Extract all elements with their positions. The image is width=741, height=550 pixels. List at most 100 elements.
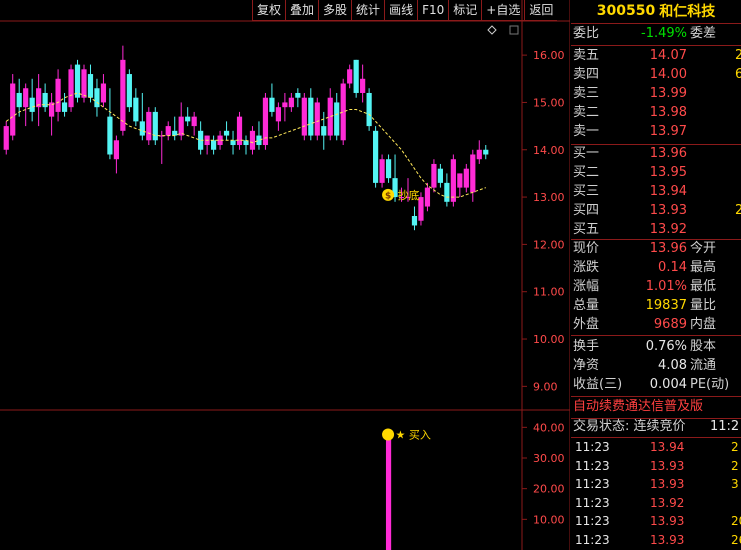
candle-body [211,140,217,150]
candle-body [113,140,119,160]
candle-body [476,149,482,160]
stat-row: 现价 13.96 今开 [571,240,741,258]
price-tick-label: 10.00 [533,333,565,346]
ask-value: 13.97 [649,124,687,139]
volume-tick-label: 20.00 [533,483,565,496]
toolbar-add-watchlist-button[interactable]: +自选 [481,0,525,21]
fund-label: 净资 [573,358,600,373]
bid-row: 买三 13.94 [571,183,741,201]
candle-body [249,130,256,150]
candle-body [133,97,139,122]
toolbar-fuquan-button[interactable]: 复权 [252,0,286,21]
stat-tail-label: 今开 [690,241,717,256]
candle-body [379,159,385,183]
candle-body [230,140,236,146]
price-tick-label: 14.00 [533,144,565,157]
candle-body [483,149,489,155]
fund-label: 换手 [573,339,600,354]
candle-body [178,116,184,136]
money-bag-icon [382,428,395,441]
diamond-icon [487,25,497,35]
stat-row: 涨跌 0.14 最高 [571,259,741,277]
candle-body [450,159,456,202]
candle-body [314,102,320,136]
divider [571,45,741,46]
stock-name: 和仁科技 [659,4,716,20]
toolbar-back-button[interactable]: 返回 [524,0,558,21]
trade-status-time: 11:2 [710,419,740,434]
toolbar-multi-stock-button[interactable]: 多股 [318,0,352,21]
toolbar-f10-button[interactable]: F10 [417,0,449,21]
candle-body [256,135,262,146]
volume-tick-label: 30.00 [533,452,565,465]
stock-code: 300550 [596,3,656,19]
kline-chart-svg[interactable]: 16.00 15.00 14.00 13.00 12.00 11.00 10.00 9.00 4… [0,0,570,550]
candle-body [308,97,314,136]
tick-volume: 2 [731,440,739,454]
stat-tail-label: 最高 [690,260,717,275]
fund-row: 收益(三) 0.004 PE(动) [571,376,741,394]
bid-volume: 2 [735,203,741,218]
weicha-label: 委差 [690,26,717,41]
tick-price: 13.92 [650,495,685,510]
tick-price: 13.93 [650,532,685,547]
candle-body [295,92,301,98]
tick-time: 11:23 [575,495,610,510]
tick-volume: 26 [731,532,741,547]
toolbar-draw-button[interactable]: 画线 [384,0,418,21]
bid-value: 13.94 [649,184,687,199]
fund-label: 收益(三) [573,377,623,392]
candle-body [275,107,281,122]
ask-label: 卖一 [573,124,600,139]
bid-row: 买二 13.95 [571,164,741,182]
tick-row: 11:23 13.93 20 [571,512,741,530]
tick-time: 11:23 [575,514,610,528]
tick-time: 11:23 [575,477,610,491]
tick-price: 13.94 [650,440,685,454]
stat-value: 1.01% [645,279,687,294]
tick-time: 11:23 [575,440,610,454]
candle-body [373,130,379,183]
candle-body [327,97,333,136]
bid-label: 买一 [573,146,600,161]
toolbar-overlay-button[interactable]: 叠加 [285,0,319,21]
candle-body [269,97,275,112]
candle-body [360,78,366,93]
candle-body [3,126,9,150]
candle-body [353,59,359,93]
tick-row: 11:23 13.93 2 [571,457,741,475]
tick-price: 13.93 [650,514,685,528]
toolbar-stats-button[interactable]: 统计 [351,0,385,21]
stat-value: 19837 [645,298,687,313]
fund-value: 0.76% [645,339,687,354]
ask-label: 卖四 [573,67,600,82]
buy-signal-label: ★ 买入 [396,429,431,442]
tick-price: 13.93 [650,458,685,473]
bid-value: 13.96 [649,146,687,161]
stat-value: 0.14 [658,260,687,275]
ask-value: 13.99 [649,86,687,101]
toolbar-mark-button[interactable]: 标记 [448,0,482,21]
candle-body [81,69,87,98]
promo-banner[interactable]: 自动续费通达信普及版 [571,397,741,417]
candle-body [29,97,35,112]
kline-chart-area[interactable]: 16.00 15.00 14.00 13.00 12.00 11.00 10.00 9.00 4… [0,0,570,550]
candle-body [23,88,29,108]
fund-row: 换手 0.76% 股本 [571,338,741,356]
divider [571,23,741,24]
bid-value: 13.95 [649,165,687,180]
tick-row: 11:23 13.93 3 [571,475,741,493]
price-tick-label: 12.00 [533,238,565,251]
fund-row: 净资 4.08 流通 [571,357,741,375]
toolbar: 复权 叠加 多股 统计 画线 F10 标记 +自选 返回 [252,0,558,21]
ask-value: 14.07 [649,48,687,63]
candle-body [470,154,476,193]
quote-panel: 300550 和仁科技 委比 -1.49% 委差 卖五 14.07 2 卖四 14.00… [571,0,741,550]
candle-body [152,111,158,141]
tick-row: 11:23 13.93 26 [571,531,741,549]
bid-row: 买四 13.93 2 [571,202,741,220]
tick-volume: 2 [731,458,739,473]
candle-body [126,74,132,108]
price-tick-label: 9.00 [533,380,558,393]
trade-status-row: 交易状态: 连续竞价 11:2 [571,418,741,436]
